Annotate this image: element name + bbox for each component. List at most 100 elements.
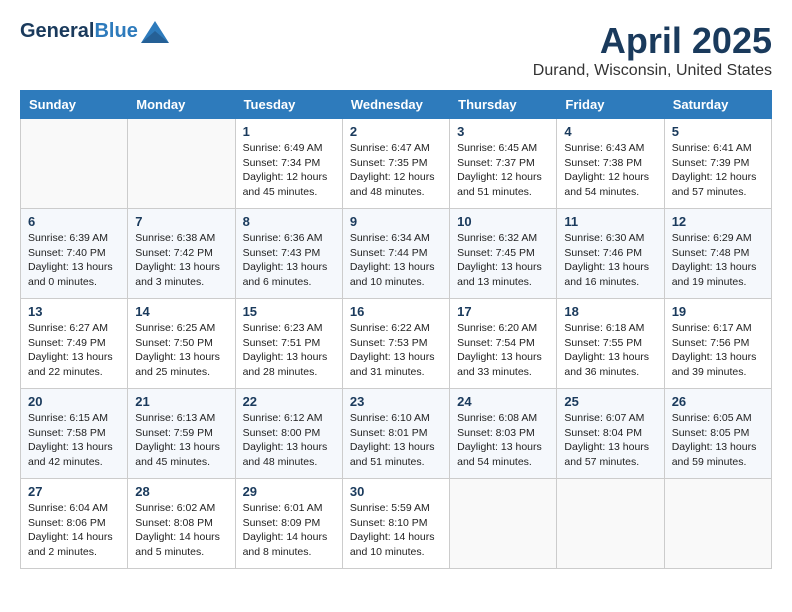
day-number: 6 [28,214,120,229]
day-content: Sunrise: 6:18 AMSunset: 7:55 PMDaylight:… [564,321,656,380]
day-content: Sunrise: 6:12 AMSunset: 8:00 PMDaylight:… [243,411,335,470]
calendar-cell: 4 Sunrise: 6:43 AMSunset: 7:38 PMDaylight… [557,119,664,209]
calendar-week-1: 1Sunrise: 6:49 AMSunset: 7:34 PMDaylight… [21,119,772,209]
weekday-header-sunday: Sunday [21,91,128,119]
day-number: 12 [672,214,764,229]
day-content: Sunrise: 6:45 AMSunset: 7:37 PMDaylight:… [457,141,549,200]
day-content: Sunrise: 6:05 AMSunset: 8:05 PMDaylight:… [672,411,764,470]
title-block: April 2025 Durand, Wisconsin, United Sta… [533,20,772,80]
calendar-cell: 9 Sunrise: 6:34 AMSunset: 7:44 PMDaylight… [342,209,449,299]
day-number: 16 [350,304,442,319]
calendar-cell: 10 Sunrise: 6:32 AMSunset: 7:45 PMDayligh… [450,209,557,299]
day-number: 7 [135,214,227,229]
day-number: 1 [243,124,335,139]
calendar-cell: 17 Sunrise: 6:20 AMSunset: 7:54 PMDayligh… [450,299,557,389]
day-content: Sunrise: 5:59 AMSunset: 8:10 PMDaylight:… [350,501,442,560]
day-number: 24 [457,394,549,409]
day-content: Sunrise: 6:41 AMSunset: 7:39 PMDaylight:… [672,141,764,200]
weekday-header-saturday: Saturday [664,91,771,119]
day-content: Sunrise: 6:02 AMSunset: 8:08 PMDaylight:… [135,501,227,560]
day-content: Sunrise: 6:10 AMSunset: 8:01 PMDaylight:… [350,411,442,470]
calendar-cell: 7Sunrise: 6:38 AMSunset: 7:42 PMDaylight… [128,209,235,299]
logo-icon [141,21,169,43]
day-content: Sunrise: 6:32 AMSunset: 7:45 PMDaylight:… [457,231,549,290]
calendar-cell: 1Sunrise: 6:49 AMSunset: 7:34 PMDaylight… [235,119,342,209]
day-number: 22 [243,394,335,409]
calendar-week-5: 27 Sunrise: 6:04 AMSunset: 8:06 PMDayligh… [21,479,772,569]
day-content: Sunrise: 6:08 AMSunset: 8:03 PMDaylight:… [457,411,549,470]
calendar-cell: 23Sunrise: 6:10 AMSunset: 8:01 PMDayligh… [342,389,449,479]
day-content: Sunrise: 6:15 AMSunset: 7:58 PMDaylight:… [28,411,120,470]
month-title: April 2025 [533,20,772,62]
day-content: Sunrise: 6:47 AMSunset: 7:35 PMDaylight:… [350,141,442,200]
calendar-cell: 2 Sunrise: 6:47 AMSunset: 7:35 PMDaylight… [342,119,449,209]
calendar-week-3: 13 Sunrise: 6:27 AMSunset: 7:49 PMDayligh… [21,299,772,389]
calendar-cell: 28 Sunrise: 6:02 AMSunset: 8:08 PMDayligh… [128,479,235,569]
weekday-header-wednesday: Wednesday [342,91,449,119]
day-content: Sunrise: 6:29 AMSunset: 7:48 PMDaylight:… [672,231,764,290]
day-number: 19 [672,304,764,319]
day-content: Sunrise: 6:20 AMSunset: 7:54 PMDaylight:… [457,321,549,380]
day-number: 9 [350,214,442,229]
calendar-cell: 13 Sunrise: 6:27 AMSunset: 7:49 PMDayligh… [21,299,128,389]
calendar-cell: 20Sunrise: 6:15 AMSunset: 7:58 PMDayligh… [21,389,128,479]
day-number: 10 [457,214,549,229]
day-content: Sunrise: 6:43 AMSunset: 7:38 PMDaylight:… [564,141,656,200]
logo-general: General [20,20,94,43]
day-content: Sunrise: 6:39 AMSunset: 7:40 PMDaylight:… [28,231,120,290]
day-content: Sunrise: 6:27 AMSunset: 7:49 PMDaylight:… [28,321,120,380]
day-number: 13 [28,304,120,319]
day-number: 30 [350,484,442,499]
day-number: 17 [457,304,549,319]
calendar-cell: 25Sunrise: 6:07 AMSunset: 8:04 PMDayligh… [557,389,664,479]
day-number: 26 [672,394,764,409]
day-number: 8 [243,214,335,229]
day-content: Sunrise: 6:23 AMSunset: 7:51 PMDaylight:… [243,321,335,380]
calendar-cell: 27 Sunrise: 6:04 AMSunset: 8:06 PMDayligh… [21,479,128,569]
day-content: Sunrise: 6:30 AMSunset: 7:46 PMDaylight:… [564,231,656,290]
calendar-cell: 22 Sunrise: 6:12 AMSunset: 8:00 PMDayligh… [235,389,342,479]
calendar-cell [557,479,664,569]
calendar-cell [21,119,128,209]
calendar-cell: 12 Sunrise: 6:29 AMSunset: 7:48 PMDayligh… [664,209,771,299]
weekday-header-monday: Monday [128,91,235,119]
calendar-cell: 15 Sunrise: 6:23 AMSunset: 7:51 PMDayligh… [235,299,342,389]
day-number: 2 [350,124,442,139]
day-number: 27 [28,484,120,499]
day-number: 21 [135,394,227,409]
day-number: 14 [135,304,227,319]
day-content: Sunrise: 6:17 AMSunset: 7:56 PMDaylight:… [672,321,764,380]
logo-blue: Blue [94,20,137,43]
calendar-cell: 8 Sunrise: 6:36 AMSunset: 7:43 PMDaylight… [235,209,342,299]
weekday-header-thursday: Thursday [450,91,557,119]
calendar-cell: 21Sunrise: 6:13 AMSunset: 7:59 PMDayligh… [128,389,235,479]
calendar-table: SundayMondayTuesdayWednesdayThursdayFrid… [20,90,772,569]
logo: General Blue [20,20,169,43]
day-content: Sunrise: 6:25 AMSunset: 7:50 PMDaylight:… [135,321,227,380]
day-number: 15 [243,304,335,319]
weekday-header-row: SundayMondayTuesdayWednesdayThursdayFrid… [21,91,772,119]
calendar-cell: 14 Sunrise: 6:25 AMSunset: 7:50 PMDayligh… [128,299,235,389]
day-number: 5 [672,124,764,139]
day-number: 11 [564,214,656,229]
day-content: Sunrise: 6:04 AMSunset: 8:06 PMDaylight:… [28,501,120,560]
location: Durand, Wisconsin, United States [533,62,772,80]
calendar-cell [450,479,557,569]
day-number: 4 [564,124,656,139]
day-content: Sunrise: 6:01 AMSunset: 8:09 PMDaylight:… [243,501,335,560]
calendar-week-4: 20Sunrise: 6:15 AMSunset: 7:58 PMDayligh… [21,389,772,479]
calendar-cell: 30 Sunrise: 5:59 AMSunset: 8:10 PMDayligh… [342,479,449,569]
day-content: Sunrise: 6:22 AMSunset: 7:53 PMDaylight:… [350,321,442,380]
calendar-cell: 18Sunrise: 6:18 AMSunset: 7:55 PMDayligh… [557,299,664,389]
day-number: 28 [135,484,227,499]
day-content: Sunrise: 6:34 AMSunset: 7:44 PMDaylight:… [350,231,442,290]
calendar-cell: 16 Sunrise: 6:22 AMSunset: 7:53 PMDayligh… [342,299,449,389]
calendar-week-2: 6 Sunrise: 6:39 AMSunset: 7:40 PMDaylight… [21,209,772,299]
calendar-cell: 6 Sunrise: 6:39 AMSunset: 7:40 PMDaylight… [21,209,128,299]
calendar-cell: 5 Sunrise: 6:41 AMSunset: 7:39 PMDaylight… [664,119,771,209]
weekday-header-friday: Friday [557,91,664,119]
day-number: 3 [457,124,549,139]
day-content: Sunrise: 6:36 AMSunset: 7:43 PMDaylight:… [243,231,335,290]
calendar-cell: 11 Sunrise: 6:30 AMSunset: 7:46 PMDayligh… [557,209,664,299]
calendar-cell [664,479,771,569]
